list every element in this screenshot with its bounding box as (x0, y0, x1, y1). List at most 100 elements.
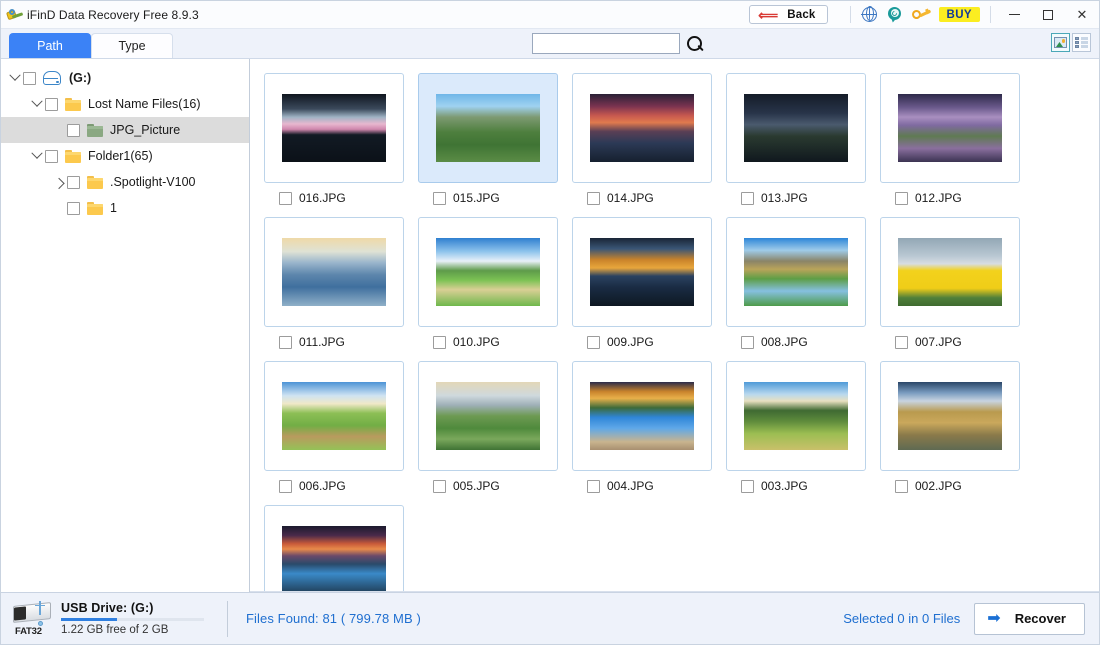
tree-item-lost-name-files-16[interactable]: Lost Name Files(16) (1, 91, 249, 117)
file-checkbox[interactable] (895, 335, 908, 349)
file-checkbox[interactable] (587, 191, 600, 205)
back-button[interactable]: ⟸ Back (749, 5, 828, 24)
tree-item-checkbox[interactable] (23, 71, 36, 85)
thumbnail-image (436, 238, 540, 306)
file-cell[interactable]: 012.JPG (880, 73, 1034, 205)
file-label-row: 002.JPG (880, 479, 1034, 493)
file-thumbnail-tile[interactable] (880, 361, 1020, 471)
file-thumbnail-tile[interactable] (264, 361, 404, 471)
file-cell[interactable]: 002.JPG (880, 361, 1034, 493)
file-checkbox[interactable] (741, 191, 754, 205)
file-label-row: 008.JPG (726, 335, 880, 349)
tree-item-jpg-picture[interactable]: JPG_Picture (1, 117, 249, 143)
recover-button[interactable]: ➡ Recover (974, 602, 1085, 635)
thumbnail-image (898, 382, 1002, 450)
file-checkbox[interactable] (433, 479, 446, 493)
file-cell[interactable]: 007.JPG (880, 217, 1034, 349)
twisty-placeholder (51, 122, 67, 138)
file-checkbox[interactable] (741, 335, 754, 349)
file-grid-panel[interactable]: 016.JPG 015.JPG 014.JPG 013.JPG 012.JPG 011.J… (250, 59, 1099, 592)
file-cell[interactable]: 004.JPG (572, 361, 726, 493)
file-thumbnail-tile[interactable] (572, 217, 712, 327)
file-name: 008.JPG (761, 335, 808, 349)
tree-item-checkbox[interactable] (67, 123, 80, 137)
file-label-row: 009.JPG (572, 335, 726, 349)
file-thumbnail-tile[interactable] (726, 73, 866, 183)
chevron-down-icon[interactable] (29, 96, 45, 112)
tree-item-checkbox[interactable] (45, 97, 58, 111)
globe-icon[interactable] (857, 4, 883, 26)
file-checkbox[interactable] (895, 479, 908, 493)
file-checkbox[interactable] (741, 479, 754, 493)
file-checkbox[interactable] (433, 335, 446, 349)
thumbnail-image (282, 382, 386, 450)
folder-green-icon (87, 123, 103, 137)
file-name: 005.JPG (453, 479, 500, 493)
file-cell[interactable]: 014.JPG (572, 73, 726, 205)
support-headset-icon[interactable] (883, 4, 909, 26)
folder-icon (65, 97, 81, 111)
thumbnail-view-button[interactable] (1051, 33, 1070, 52)
view-tabs: Path Type (9, 33, 173, 58)
file-thumbnail-tile[interactable] (726, 217, 866, 327)
file-cell[interactable]: 010.JPG (418, 217, 572, 349)
file-cell[interactable]: 003.JPG (726, 361, 880, 493)
file-checkbox[interactable] (587, 479, 600, 493)
chevron-right-icon[interactable] (51, 174, 67, 190)
key-icon[interactable] (909, 4, 935, 26)
file-checkbox[interactable] (279, 479, 292, 493)
tree-item-1[interactable]: 1 (1, 195, 249, 221)
file-thumbnail-tile[interactable] (880, 217, 1020, 327)
file-thumbnail-tile[interactable] (264, 505, 404, 592)
file-checkbox[interactable] (895, 191, 908, 205)
file-checkbox[interactable] (433, 191, 446, 205)
tree-item-spotlight-v100[interactable]: .Spotlight-V100 (1, 169, 249, 195)
file-checkbox[interactable] (279, 335, 292, 349)
file-thumbnail-tile[interactable] (880, 73, 1020, 183)
file-cell[interactable]: 013.JPG (726, 73, 880, 205)
thumbnail-image (744, 382, 848, 450)
file-cell[interactable]: 011.JPG (264, 217, 418, 349)
search-icon[interactable] (686, 35, 704, 53)
file-checkbox[interactable] (587, 335, 600, 349)
tree-item-checkbox[interactable] (45, 149, 58, 163)
search-input[interactable] (532, 33, 680, 54)
file-cell[interactable]: 008.JPG (726, 217, 880, 349)
file-cell[interactable]: 009.JPG (572, 217, 726, 349)
file-name: 007.JPG (915, 335, 962, 349)
list-view-button[interactable] (1072, 33, 1091, 52)
file-thumbnail-tile[interactable] (572, 73, 712, 183)
tree-item-checkbox[interactable] (67, 175, 80, 189)
minimize-button[interactable] (997, 1, 1031, 28)
file-cell[interactable]: 005.JPG (418, 361, 572, 493)
tab-path[interactable]: Path (9, 33, 91, 58)
tree-item-checkbox[interactable] (67, 201, 80, 215)
chevron-down-icon[interactable] (29, 148, 45, 164)
tree-item-folder1-65[interactable]: Folder1(65) (1, 143, 249, 169)
file-cell[interactable]: 001.JPG (264, 505, 418, 592)
maximize-button[interactable] (1031, 1, 1065, 28)
file-thumbnail-tile[interactable] (726, 361, 866, 471)
file-cell[interactable]: 006.JPG (264, 361, 418, 493)
tab-type[interactable]: Type (91, 33, 173, 58)
tree-item-g[interactable]: (G:) (1, 65, 249, 91)
drive-free-space: 1.22 GB free of 2 GB (61, 624, 169, 637)
recover-button-label: Recover (1014, 611, 1066, 626)
chevron-down-icon[interactable] (7, 70, 23, 86)
tree-item-label: (G:) (69, 71, 92, 85)
file-checkbox[interactable] (279, 191, 292, 205)
file-thumbnail-tile[interactable] (264, 73, 404, 183)
thumbnail-image (744, 238, 848, 306)
file-cell[interactable]: 015.JPG (418, 73, 572, 205)
file-thumbnail-tile[interactable] (418, 217, 558, 327)
buy-button[interactable]: BUY (938, 7, 980, 22)
file-thumbnail-tile[interactable] (264, 217, 404, 327)
file-name: 010.JPG (453, 335, 500, 349)
application-window: iFinD Data Recovery Free 8.9.3 ⟸ Back BU… (0, 0, 1100, 645)
file-thumbnail-tile[interactable] (418, 361, 558, 471)
close-button[interactable]: ✕ (1065, 1, 1099, 28)
file-thumbnail-tile[interactable] (418, 73, 558, 183)
file-label-row: 015.JPG (418, 191, 572, 205)
file-thumbnail-tile[interactable] (572, 361, 712, 471)
file-cell[interactable]: 016.JPG (264, 73, 418, 205)
